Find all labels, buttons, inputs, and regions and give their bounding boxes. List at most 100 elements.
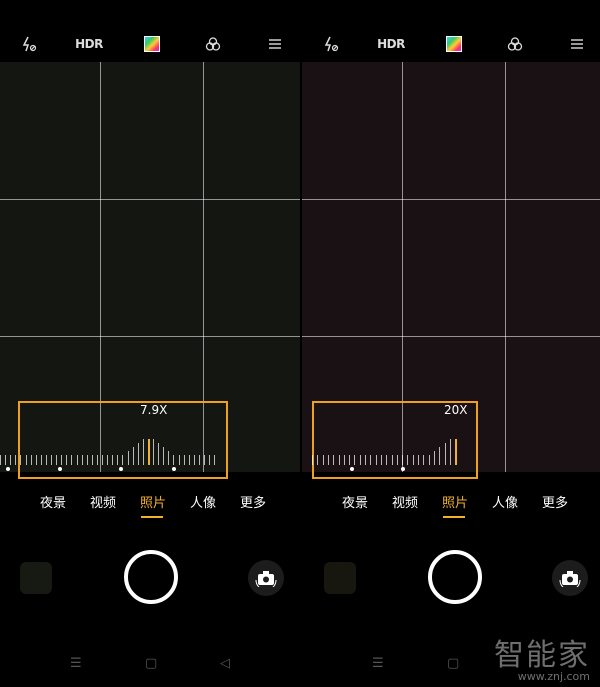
menu-icon[interactable]: [570, 34, 584, 54]
mode-video[interactable]: 视频: [392, 492, 418, 511]
menu-icon[interactable]: [268, 34, 282, 54]
zoom-tick: [418, 455, 419, 465]
zoom-tick: [370, 455, 372, 465]
zoom-tick: [338, 455, 340, 465]
zoom-tick: [209, 455, 211, 465]
switch-camera-button[interactable]: [552, 560, 588, 596]
zoom-tick: [142, 439, 144, 465]
gallery-thumbnail[interactable]: [20, 562, 52, 594]
hdr-button[interactable]: HDR: [377, 34, 405, 54]
zoom-tick: [312, 455, 313, 465]
zoom-tick: [402, 455, 404, 465]
back-nav-icon[interactable]: ◁: [220, 656, 230, 671]
mode-video[interactable]: 视频: [90, 492, 116, 511]
zoom-tick: [204, 455, 205, 465]
zoom-stop-dot[interactable]: [350, 467, 354, 471]
zoom-tick: [407, 455, 409, 465]
zoom-tick: [428, 455, 430, 465]
home-nav-icon[interactable]: ▢: [447, 656, 459, 671]
effects-icon[interactable]: [204, 34, 222, 54]
shutter-button[interactable]: [124, 550, 178, 604]
zoom-tick: [343, 455, 345, 465]
effects-icon[interactable]: [506, 34, 524, 54]
flash-off-icon[interactable]: [322, 34, 340, 54]
zoom-ruler[interactable]: [312, 439, 472, 465]
mode-night[interactable]: 夜景: [342, 492, 368, 511]
zoom-tick: [61, 455, 63, 465]
zoom-level-label: 7.9X: [140, 403, 168, 417]
zoom-stop-dot[interactable]: [6, 467, 10, 471]
zoom-tick: [183, 455, 185, 465]
zoom-tick: [25, 455, 27, 465]
zoom-tick: [322, 455, 324, 465]
zoom-current-tick: [147, 439, 150, 465]
zoom-tick: [198, 455, 200, 465]
zoom-tick: [5, 455, 7, 465]
grid-line: [0, 336, 300, 337]
zoom-tick: [365, 455, 366, 465]
zoom-tick: [117, 455, 119, 465]
grid-line: [302, 336, 600, 337]
camera-top-bar: HDR: [0, 28, 300, 60]
zoom-tick: [178, 455, 180, 465]
zoom-level-label: 20X: [444, 403, 468, 417]
filter-icon[interactable]: [144, 34, 160, 54]
zoom-tick: [386, 455, 388, 465]
camera-screen-left: HDR 7.9X 夜景 视频 照片 人像 更多 ☰ ▢ ◁: [0, 0, 300, 687]
zoom-tick: [173, 455, 175, 465]
mode-selector: 夜景 视频 照片 人像 更多: [302, 492, 600, 522]
grid-line: [302, 199, 600, 200]
zoom-stop-dot[interactable]: [119, 467, 123, 471]
zoom-tick: [391, 455, 393, 465]
zoom-tick: [396, 455, 398, 465]
menu-nav-icon[interactable]: ☰: [372, 656, 384, 671]
zoom-tick: [333, 455, 335, 465]
zoom-tick: [30, 455, 32, 465]
mode-more[interactable]: 更多: [240, 492, 266, 511]
zoom-tick: [91, 455, 93, 465]
zoom-highlight-box: [18, 401, 228, 479]
mode-photo[interactable]: 照片: [140, 492, 166, 511]
zoom-tick: [317, 455, 319, 465]
home-nav-icon[interactable]: ▢: [145, 656, 157, 671]
zoom-ruler[interactable]: [0, 439, 222, 465]
zoom-tick: [51, 455, 52, 465]
menu-nav-icon[interactable]: ☰: [70, 656, 82, 671]
hdr-button[interactable]: HDR: [75, 34, 103, 54]
mode-selector: 夜景 视频 照片 人像 更多: [0, 492, 300, 522]
mode-more[interactable]: 更多: [542, 492, 568, 511]
zoom-current-tick: [455, 439, 458, 465]
zoom-tick: [349, 455, 351, 465]
zoom-tick: [40, 455, 42, 465]
mode-portrait[interactable]: 人像: [190, 492, 216, 511]
zoom-tick: [439, 447, 441, 465]
zoom-stop-dot[interactable]: [401, 467, 405, 471]
zoom-tick: [359, 455, 361, 465]
zoom-tick: [96, 455, 98, 465]
filter-icon[interactable]: [446, 34, 462, 54]
zoom-tick: [158, 443, 160, 465]
zoom-tick: [35, 455, 37, 465]
zoom-tick: [188, 455, 190, 465]
gallery-thumbnail[interactable]: [324, 562, 356, 594]
mode-portrait[interactable]: 人像: [492, 492, 518, 511]
zoom-tick: [375, 455, 377, 465]
zoom-tick: [112, 455, 114, 465]
switch-camera-button[interactable]: [248, 560, 284, 596]
mode-night[interactable]: 夜景: [40, 492, 66, 511]
mode-photo[interactable]: 照片: [442, 492, 468, 511]
shutter-button[interactable]: [428, 550, 482, 604]
switch-camera-icon: [255, 571, 277, 587]
camera-top-bar: HDR: [302, 28, 600, 60]
zoom-tick: [122, 455, 124, 465]
zoom-tick: [45, 455, 47, 465]
zoom-tick: [153, 439, 154, 465]
zoom-stop-dot[interactable]: [58, 467, 62, 471]
zoom-tick: [66, 455, 68, 465]
zoom-stop-dot[interactable]: [172, 467, 176, 471]
zoom-tick: [354, 455, 356, 465]
grid-line: [0, 199, 300, 200]
zoom-tick: [163, 447, 165, 465]
zoom-tick: [444, 443, 446, 465]
flash-off-icon[interactable]: [20, 34, 38, 54]
